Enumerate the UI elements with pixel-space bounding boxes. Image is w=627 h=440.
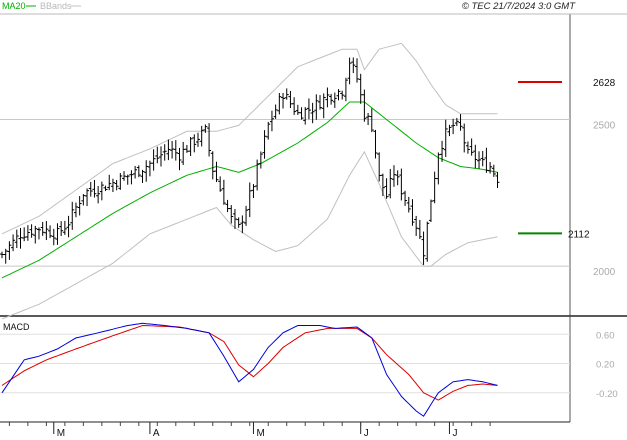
price-y-tick-label: 2500 — [593, 121, 616, 132]
macd-y-tick-label: 0.20 — [596, 360, 615, 371]
resistance-level-label: 2628 — [593, 78, 616, 89]
legend-ma20: MA20 — [2, 1, 26, 11]
chart-background — [0, 0, 627, 440]
macd-y-tick-label: -0.20 — [596, 389, 618, 400]
macd-y-axis: 0.60 0.20 -0.20 — [596, 330, 618, 399]
stock-chart: MA20 BBands © TEC 21/7/2024 3:0 GMT 2628… — [0, 0, 627, 440]
x-tick-label: J — [364, 428, 369, 439]
price-y-tick-label: 2000 — [593, 267, 616, 278]
macd-y-tick-label: 0.60 — [596, 330, 615, 341]
x-tick-label: A — [153, 428, 160, 439]
macd-label: MACD — [3, 322, 30, 332]
x-tick-label: M — [57, 428, 65, 439]
legend-bbands: BBands — [40, 1, 72, 11]
copyright-stamp: © TEC 21/7/2024 3:0 GMT — [462, 1, 576, 12]
support-level-label: 2112 — [568, 229, 590, 240]
x-tick-label: J — [452, 428, 457, 439]
x-tick-label: M — [256, 428, 264, 439]
